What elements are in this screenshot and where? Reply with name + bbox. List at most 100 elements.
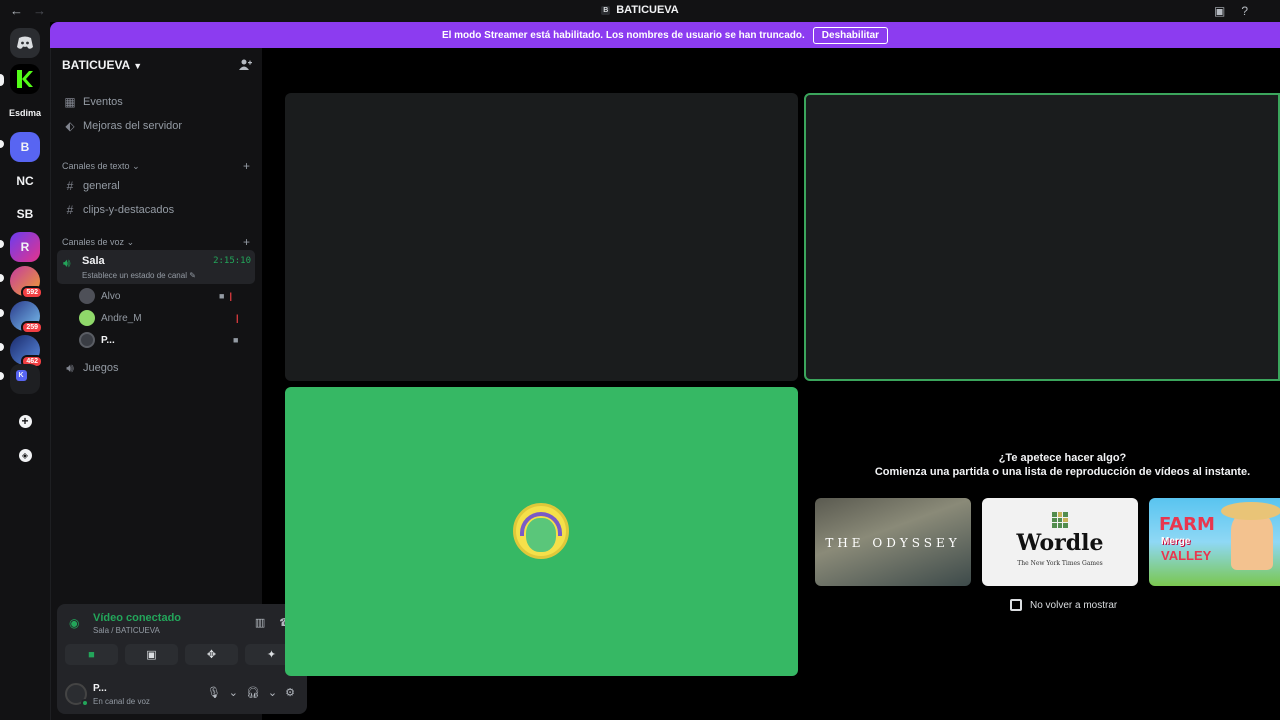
activity-cards: THE ODYSSEY Wordle The New York Times Ga… xyxy=(815,498,1280,586)
voice-user-name: Andre_M xyxy=(101,312,142,324)
activity-card-subtitle: VALLEY xyxy=(1161,548,1212,563)
noise-suppression-icon[interactable]: ▥ xyxy=(255,616,265,629)
channel-clips[interactable]: # clips-y-destacados xyxy=(57,199,255,221)
folder-label: Esdima xyxy=(8,108,41,118)
chevron-down-icon[interactable]: ⌄ xyxy=(229,686,238,699)
camera-icon: ■ xyxy=(219,291,225,301)
server-kick-icon[interactable] xyxy=(10,64,40,94)
headphones-icon[interactable]: 🎧︎ xyxy=(246,686,260,699)
settings-gear-icon[interactable]: ⚙ xyxy=(285,686,295,699)
activity-card-subtitle: Merge xyxy=(1161,536,1191,547)
window-title: B BATICUEVA xyxy=(0,4,1280,16)
server-boost-item[interactable]: ⬖ Mejoras del servidor xyxy=(57,115,255,137)
voice-channel-juegos-label: Juegos xyxy=(83,362,119,374)
voice-user-indicators: | xyxy=(236,313,239,323)
discover-icon[interactable]: ◈ xyxy=(10,440,40,470)
voice-connected-title: Vídeo conectado xyxy=(93,612,182,624)
channel-clips-label: clips-y-destacados xyxy=(83,204,175,216)
activities-question: ¿Te apetece hacer algo? xyxy=(998,452,1127,464)
events-label: Eventos xyxy=(83,96,123,108)
unread-pill xyxy=(0,274,4,282)
avatar xyxy=(79,288,95,304)
user-controls: 🎙︎ ⌄ 🎧︎ ⌄ ⚙ xyxy=(207,686,295,699)
signal-icon[interactable]: ◉ xyxy=(69,616,79,630)
unread-pill xyxy=(0,140,4,148)
channel-sidebar: BATICUEVA ▼ ▦ Eventos ⬖ Mejoras del servi… xyxy=(50,48,307,720)
camera-button[interactable]: ■ xyxy=(65,644,118,665)
activity-card-farm-valley[interactable]: FARM Merge VALLEY xyxy=(1149,498,1280,586)
voice-channel-sala[interactable]: 🔊︎ Sala 2:15:10 Establece un estado de c… xyxy=(57,250,255,284)
voice-user[interactable]: Alvo ■ | xyxy=(79,286,249,306)
video-tile-speaking[interactable] xyxy=(285,387,798,676)
help-icon[interactable]: ? xyxy=(1241,4,1248,18)
server-r-icon[interactable]: R xyxy=(10,232,40,262)
invite-people-icon[interactable] xyxy=(239,59,252,74)
server-nc[interactable]: NC xyxy=(10,166,40,196)
unread-pill xyxy=(0,372,4,380)
banner-text: El modo Streamer está habilitado. Los no… xyxy=(441,29,805,41)
checkbox[interactable] xyxy=(1010,599,1022,611)
events-item[interactable]: ▦ Eventos xyxy=(57,91,255,113)
add-voice-channel-icon[interactable]: + xyxy=(243,235,250,249)
text-category[interactable]: Canales de texto ⌄ xyxy=(62,161,140,172)
pencil-icon: ✎ xyxy=(189,271,196,280)
voice-channel-name: Sala xyxy=(82,255,105,267)
voice-channel-juegos[interactable]: 🔊︎ Juegos xyxy=(57,357,255,379)
microphone-icon[interactable]: 🎙︎ xyxy=(207,686,221,699)
server-nc-initials: NC xyxy=(16,174,34,188)
wordle-grid-icon xyxy=(1052,512,1068,528)
unread-pill xyxy=(0,343,4,351)
chevron-down-icon: ⌄ xyxy=(132,161,140,171)
user-name: P... xyxy=(93,683,107,694)
set-channel-status[interactable]: Establece un estado de canal ✎ xyxy=(82,271,196,280)
activities-icon: ✥ xyxy=(206,649,217,661)
server-avatar-2[interactable]: 259 xyxy=(10,301,43,334)
activities-promo: ¿Te apetece hacer algo? Comienza una par… xyxy=(805,452,1280,611)
activity-card-title: Wordle xyxy=(1016,530,1104,556)
voice-connection-panel: ◉ Vídeo conectado Sala / BATICUEVA ▥ ☎ ■… xyxy=(57,604,307,714)
soundboard-icon: ✦ xyxy=(266,649,277,661)
server-sb[interactable]: SB xyxy=(10,199,40,229)
voice-user[interactable]: P... ■ xyxy=(79,330,249,350)
server-avatar-1[interactable]: 592 xyxy=(10,266,43,299)
voice-category-label: Canales de voz xyxy=(62,237,125,247)
title-bar: ← → B BATICUEVA ▣ ? xyxy=(0,0,1280,22)
unread-pill xyxy=(0,240,4,248)
activities-button[interactable]: ✥ xyxy=(185,644,238,665)
streamer-mode-banner: El modo Streamer está habilitado. Los no… xyxy=(50,22,1280,48)
inbox-icon[interactable]: ▣ xyxy=(1214,4,1225,18)
guild-header[interactable]: BATICUEVA ▼ xyxy=(62,58,142,72)
activity-card-title: FARM xyxy=(1159,514,1215,535)
server-boost-label: Mejoras del servidor xyxy=(83,120,183,132)
server-rail: Esdima B NC SB R 592 259 462 K + ◈ xyxy=(0,22,50,720)
video-tile-selected[interactable] xyxy=(804,93,1280,381)
server-b[interactable]: B xyxy=(10,132,40,162)
server-avatar-3[interactable]: 462 xyxy=(10,335,43,368)
avatar xyxy=(79,310,95,326)
activity-card-odyssey[interactable]: THE ODYSSEY xyxy=(815,498,971,586)
live-indicator-icon: | xyxy=(236,313,239,323)
chevron-down-icon[interactable]: ⌄ xyxy=(268,686,277,699)
voice-category[interactable]: Canales de voz ⌄ xyxy=(62,237,134,248)
unread-pill xyxy=(0,309,4,317)
activity-card-title: THE ODYSSEY xyxy=(825,536,961,550)
disable-streamer-button[interactable]: Deshabilitar xyxy=(812,26,889,44)
activity-card-byline: The New York Times Games xyxy=(1017,560,1103,567)
avatar xyxy=(513,503,569,559)
voice-connected-subtitle[interactable]: Sala / BATICUEVA xyxy=(93,626,160,635)
server-folder-icon[interactable]: K xyxy=(10,364,40,394)
voice-user-name: P... xyxy=(101,334,115,346)
camera-icon: ■ xyxy=(88,648,95,661)
hashtag-icon: # xyxy=(66,179,74,193)
voice-user[interactable]: Andre_M | xyxy=(79,308,249,328)
channel-general[interactable]: # general xyxy=(57,175,255,197)
screen-share-button[interactable]: ▣ xyxy=(125,644,178,665)
discord-home-icon[interactable] xyxy=(10,28,40,58)
activity-card-wordle[interactable]: Wordle The New York Times Games xyxy=(982,498,1138,586)
screen-share-icon: ▣ xyxy=(146,649,157,661)
add-text-channel-icon[interactable]: + xyxy=(243,159,250,173)
video-tile[interactable] xyxy=(285,93,798,381)
voice-user-indicators: ■ xyxy=(233,335,238,345)
dont-show-again[interactable]: No volver a mostrar xyxy=(1010,599,1117,611)
add-server-icon[interactable]: + xyxy=(10,406,40,436)
